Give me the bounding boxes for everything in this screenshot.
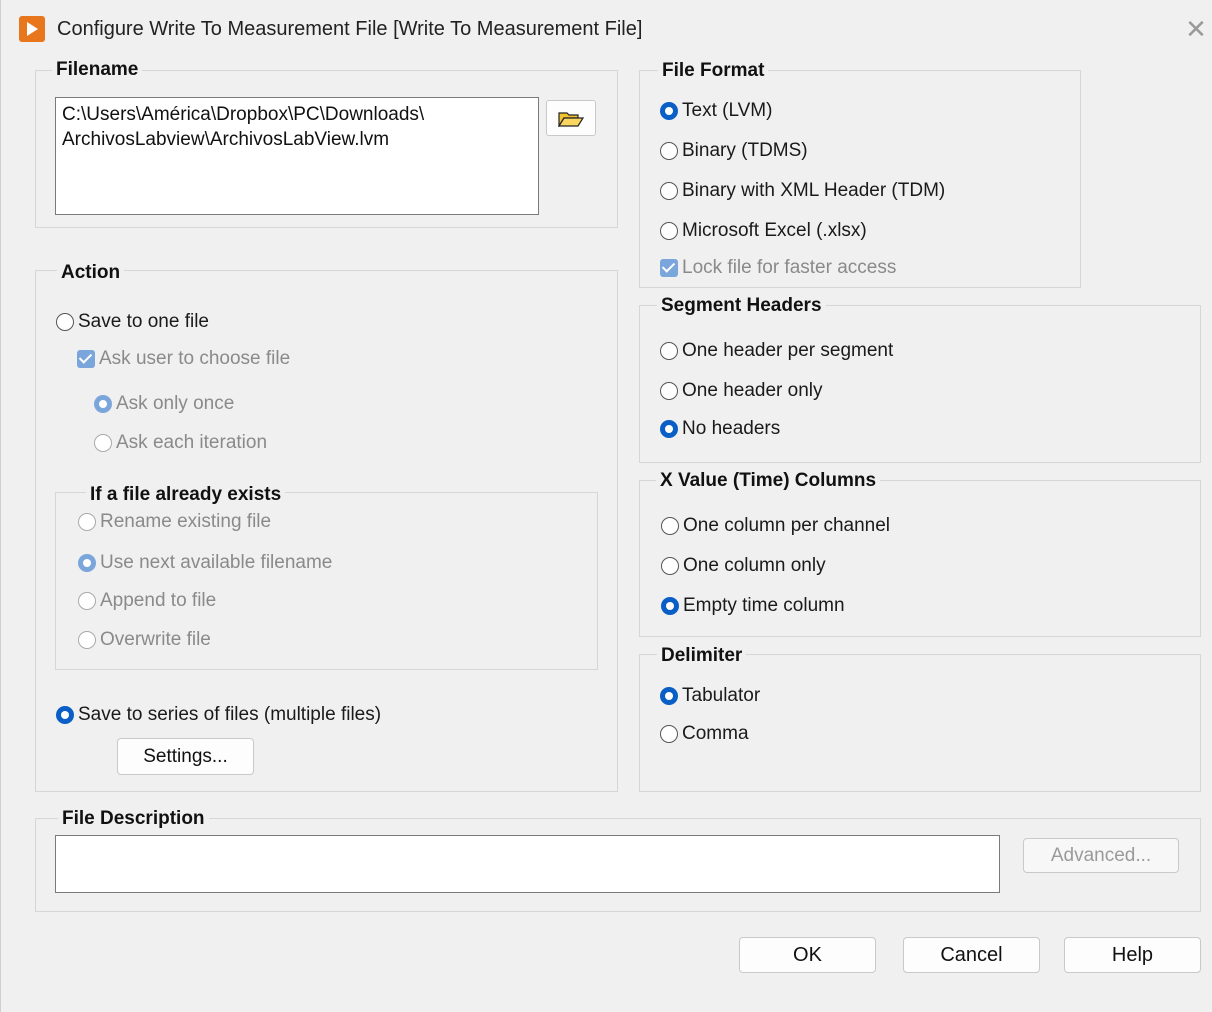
save-one-file-label: Save to one file [78,311,209,332]
binary-tdms-option[interactable]: Binary (TDMS) [660,140,808,162]
radio-next-available[interactable] [78,554,96,572]
header-per-segment-option[interactable]: One header per segment [660,340,893,362]
settings-button[interactable]: Settings... [117,738,254,775]
column-only-label: One column only [683,555,826,576]
radio-column-only[interactable] [661,557,679,575]
filename-path-field[interactable]: C:\Users\América\Dropbox\PC\Downloads\ A… [55,97,539,215]
ask-user-label: Ask user to choose file [99,348,291,369]
radio-ask-once[interactable] [94,395,112,413]
column-per-channel-option[interactable]: One column per channel [661,515,890,537]
radio-overwrite[interactable] [78,631,96,649]
column-per-channel-label: One column per channel [683,515,891,536]
radio-save-one-file[interactable] [56,313,74,331]
title-bar: Configure Write To Measurement File [Wri… [1,0,1212,60]
file-description-field[interactable] [55,835,1000,893]
rename-existing-label: Rename existing file [100,511,272,532]
next-available-label: Use next available filename [100,552,333,573]
append-option[interactable]: Append to file [78,590,216,612]
no-headers-label: No headers [682,418,781,439]
text-lvm-option[interactable]: Text (LVM) [660,100,772,122]
ask-user-option[interactable]: Ask user to choose file [77,348,290,370]
dialog-window: Configure Write To Measurement File [Wri… [0,0,1212,1012]
radio-no-headers[interactable] [660,420,678,438]
ok-button[interactable]: OK [739,937,876,973]
header-only-label: One header only [682,380,823,401]
comma-option[interactable]: Comma [660,723,749,745]
advanced-button[interactable]: Advanced... [1023,838,1179,873]
ask-each-option[interactable]: Ask each iteration [94,432,267,454]
file-description-group-label: File Description [58,808,209,830]
save-series-label: Save to series of files (multiple files) [78,704,382,725]
empty-time-column-option[interactable]: Empty time column [661,595,845,617]
radio-binary-xml[interactable] [660,182,678,200]
help-button[interactable]: Help [1064,937,1201,973]
labview-app-icon [19,16,45,42]
lock-file-option[interactable]: Lock file for faster access [660,257,896,279]
segment-headers-group-label: Segment Headers [657,295,826,317]
file-format-group-label: File Format [658,60,769,82]
tabulator-label: Tabulator [682,685,761,706]
cancel-button[interactable]: Cancel [903,937,1040,973]
save-series-option[interactable]: Save to series of files (multiple files) [56,704,381,726]
header-only-option[interactable]: One header only [660,380,823,402]
comma-label: Comma [682,723,749,744]
empty-time-column-label: Empty time column [683,595,845,616]
radio-text-lvm[interactable] [660,102,678,120]
text-lvm-label: Text (LVM) [682,100,773,121]
radio-ask-each[interactable] [94,434,112,452]
binary-xml-option[interactable]: Binary with XML Header (TDM) [660,180,945,202]
filename-group-label: Filename [52,59,143,81]
ask-once-option[interactable]: Ask only once [94,393,234,415]
close-button[interactable]: ✕ [1181,14,1211,44]
folder-open-icon [558,112,584,127]
tabulator-option[interactable]: Tabulator [660,685,760,707]
excel-label: Microsoft Excel (.xlsx) [682,220,867,241]
file-exists-group-label: If a file already exists [86,484,286,506]
dialog-title: Configure Write To Measurement File [Wri… [57,18,643,40]
radio-header-only[interactable] [660,382,678,400]
checkbox-ask-user[interactable] [77,350,95,368]
checkbox-lock-file[interactable] [660,259,678,277]
x-columns-group-label: X Value (Time) Columns [656,470,881,492]
radio-header-per-segment[interactable] [660,342,678,360]
radio-binary-tdms[interactable] [660,142,678,160]
column-only-option[interactable]: One column only [661,555,826,577]
binary-tdms-label: Binary (TDMS) [682,140,808,161]
ask-once-label: Ask only once [116,393,235,414]
next-available-option[interactable]: Use next available filename [78,552,332,574]
overwrite-option[interactable]: Overwrite file [78,629,211,651]
radio-tabulator[interactable] [660,687,678,705]
rename-existing-option[interactable]: Rename existing file [78,511,271,533]
overwrite-label: Overwrite file [100,629,211,650]
radio-empty-time-column[interactable] [661,597,679,615]
radio-column-per-channel[interactable] [661,517,679,535]
radio-rename-existing[interactable] [78,513,96,531]
ask-each-label: Ask each iteration [116,432,268,453]
excel-option[interactable]: Microsoft Excel (.xlsx) [660,220,867,242]
browse-folder-button[interactable] [546,100,596,136]
delimiter-group-label: Delimiter [657,645,747,667]
append-label: Append to file [100,590,217,611]
radio-save-series[interactable] [56,706,74,724]
no-headers-option[interactable]: No headers [660,418,780,440]
radio-comma[interactable] [660,725,678,743]
binary-xml-label: Binary with XML Header (TDM) [682,180,946,201]
lock-file-label: Lock file for faster access [682,257,897,278]
save-one-file-option[interactable]: Save to one file [56,311,209,333]
radio-excel[interactable] [660,222,678,240]
action-group-label: Action [57,262,125,284]
header-per-segment-label: One header per segment [682,340,894,361]
radio-append[interactable] [78,592,96,610]
